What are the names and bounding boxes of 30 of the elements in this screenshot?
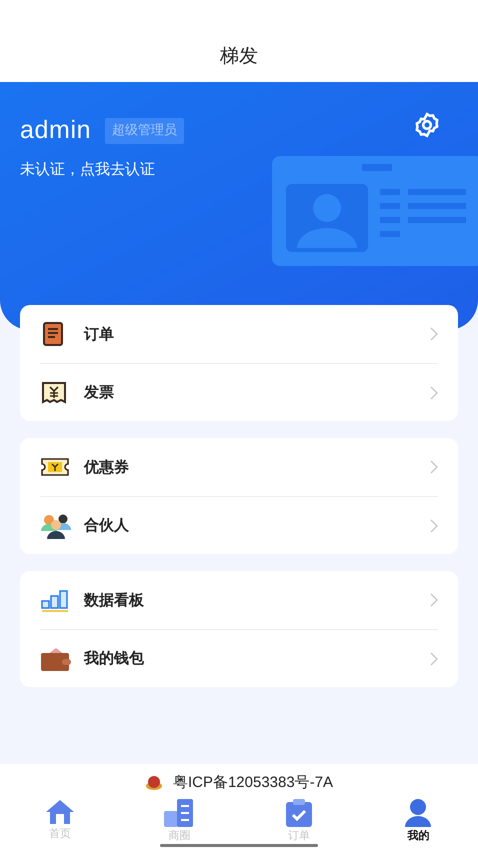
menu-item[interactable]: 优惠券 xyxy=(40,438,438,496)
verify-link[interactable]: 未认证，点我去认证 xyxy=(20,158,184,180)
people-icon xyxy=(40,512,72,540)
settings-icon[interactable] xyxy=(414,112,440,138)
document-icon xyxy=(40,321,66,347)
icp-text: 粤ICP备12053383号-7A xyxy=(172,772,334,793)
chevron-right-icon xyxy=(430,593,438,607)
menu-item[interactable]: 发票 xyxy=(40,363,438,421)
receipt-icon xyxy=(40,380,68,406)
chevron-right-icon xyxy=(430,460,438,474)
person-icon xyxy=(404,798,432,828)
username: admin xyxy=(20,115,92,146)
menu-item[interactable]: 合伙人 xyxy=(40,496,438,554)
chevron-right-icon xyxy=(430,386,438,400)
house-icon xyxy=(44,798,76,826)
emblem-icon xyxy=(144,775,163,791)
ticket-icon xyxy=(40,456,70,478)
clipboard-check-icon xyxy=(284,798,314,828)
menu-item[interactable]: 我的钱包 xyxy=(40,629,438,687)
chevron-right-icon xyxy=(430,327,438,341)
page-title: 梯发 xyxy=(220,44,258,68)
tab[interactable]: 我的 xyxy=(358,798,478,844)
buildings-icon xyxy=(163,798,196,828)
chevron-right-icon xyxy=(430,652,438,666)
chevron-right-icon xyxy=(430,518,438,532)
bar-chart-icon xyxy=(40,588,70,612)
wallet-icon xyxy=(40,646,72,672)
role-badge: 超级管理员 xyxy=(105,118,184,144)
menu-item[interactable]: 订单 xyxy=(40,305,438,363)
menu-item[interactable]: 数据看板 xyxy=(40,571,438,629)
